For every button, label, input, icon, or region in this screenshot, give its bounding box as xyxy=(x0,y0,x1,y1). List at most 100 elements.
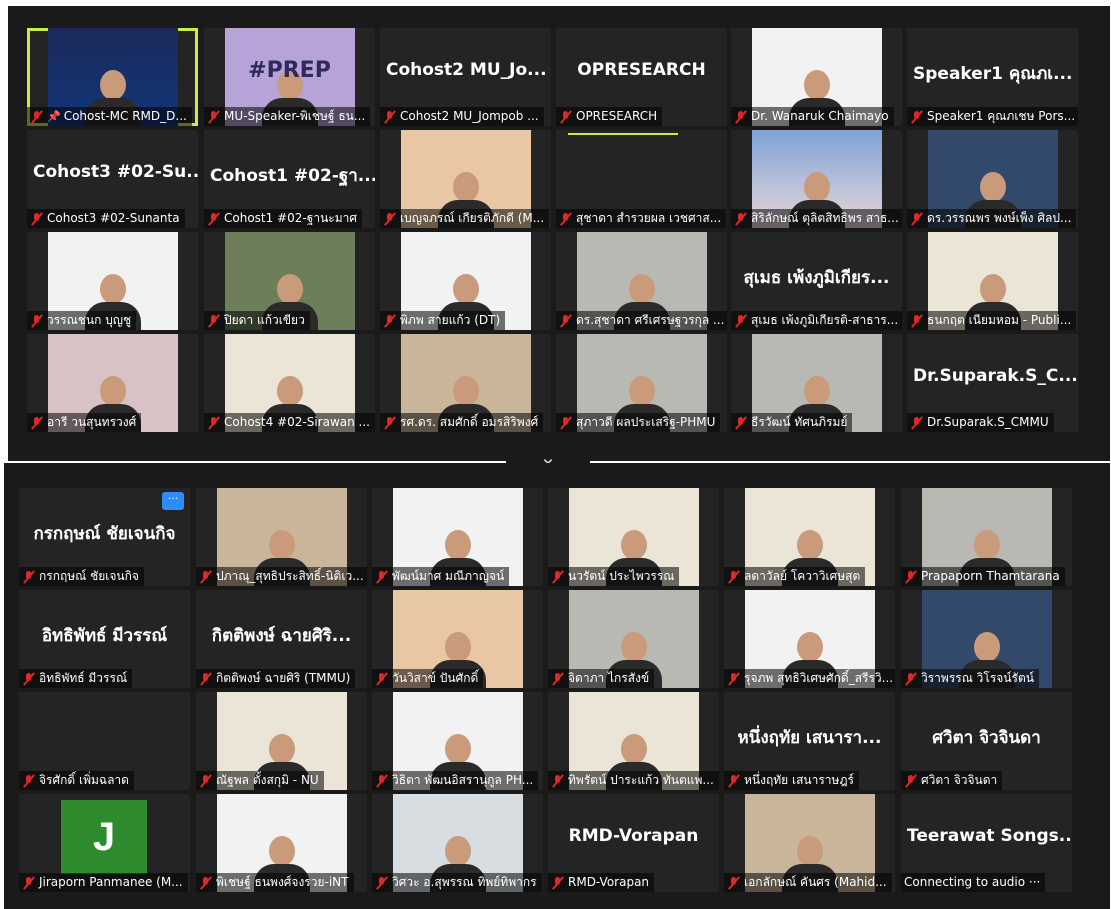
participant-name-label: จิรศักดิ์ เพิ่มฉลาด xyxy=(19,771,134,790)
participant-name-label: วิราพรรณ วิโรจน์รัตน์ xyxy=(901,669,1039,688)
participant-tile[interactable]: จิรศักดิ์ เพิ่มฉลาด xyxy=(19,692,190,790)
participant-name-label: ปิยดา แก้วเขียว xyxy=(204,311,310,330)
more-options-button[interactable]: ··· xyxy=(162,492,184,510)
participant-tile[interactable]: เบญจภรณ์ เกียรติภักดี (M... xyxy=(380,130,551,228)
muted-mic-icon xyxy=(383,212,396,225)
participant-name-text: วิธิตา พัฒนอิสรานุกูล PH... xyxy=(392,773,534,787)
participant-tile[interactable]: รุจภพ สุทธิวิเศษศักดิ์_สรีรวิ... xyxy=(724,590,895,688)
muted-mic-icon xyxy=(910,212,923,225)
participant-tile[interactable]: อิทธิพัทธ์ มีวรรณ์ อิทธิพัทธ์ มีวรรณ์ xyxy=(19,590,190,688)
muted-mic-icon xyxy=(199,672,212,685)
participant-tile[interactable]: วิศวะ อ.สุพรรณ ทิพย์ทิพากร xyxy=(372,794,543,892)
participant-tile[interactable]: อารี วนสุนทรวงศ์ xyxy=(27,334,198,432)
participant-name-text: จิดาภา ไกรสังข์ xyxy=(568,671,650,685)
participant-name-text: Dr.Suparak.S_CMMU xyxy=(927,415,1049,429)
participant-tile[interactable]: วิธิตา พัฒนอิสรานุกูล PH... xyxy=(372,692,543,790)
participant-tile[interactable]: สุภาวดี ผลประเสริฐ-PHMU xyxy=(556,334,727,432)
participant-tile[interactable]: กรกฤษณ์ ชัยเจนกิจ ··· กรกฤษณ์ ชัยเจนกิจ xyxy=(19,488,190,586)
participant-name-label: สุภาวดี ผลประเสริฐ-PHMU xyxy=(556,413,721,432)
participant-tile[interactable]: รศ.ดร. สมศักดิ์ อมรสิริพงศ์ xyxy=(380,334,551,432)
participant-tile[interactable]: ปภาณุ_สุทธิประสิทธิ์-นิติเว... xyxy=(196,488,367,586)
participant-name-label: พัฒน์มาศ มณีภาญจน์ xyxy=(372,567,510,586)
participant-tile[interactable]: วิราพรรณ วิโรจน์รัตน์ xyxy=(901,590,1072,688)
participant-name-label: นวรัตน์ ประไพวรรณ xyxy=(548,567,680,586)
participant-tile[interactable]: ดร.สุชาดา ศรีเศรษฐวรกุล ... xyxy=(556,232,727,330)
muted-mic-icon xyxy=(199,774,212,787)
participant-tile[interactable]: สิริลักษณ์ ตุลิตสิทธิพร สาธ... xyxy=(731,130,902,228)
participant-tile[interactable]: Cohost4 #02-Sirawan ... xyxy=(204,334,375,432)
participant-name-label: วิศวะ อ.สุพรรณ ทิพย์ทิพากร xyxy=(372,873,542,892)
participant-tile[interactable]: สุเมธ เพ้งภูมิเกียร... สุเมธ เพ้งภูมิเกีย… xyxy=(731,232,902,330)
participant-tile[interactable]: ธีรวัฒน์ ทัศนภิรมย์ xyxy=(731,334,902,432)
participant-name-label: สุชาดา สำรวยผล เวชศาส... xyxy=(556,209,727,228)
participant-tile[interactable]: พัฒน์มาศ มณีภาญจน์ xyxy=(372,488,543,586)
muted-mic-icon xyxy=(910,416,923,429)
participant-tile[interactable]: กิตติพงษ์ ฉายศิริ... กิตติพงษ์ ฉายศิริ (T… xyxy=(196,590,367,688)
participant-tile[interactable]: ณัฐพล ตั้งสกุมิ - NU xyxy=(196,692,367,790)
participant-name-label: เอกลักษณ์ คันศร (Mahid... xyxy=(724,873,892,892)
muted-mic-icon xyxy=(30,212,43,225)
participant-tile[interactable]: Cohost1 #02-ฐา... Cohost1 #02-ฐานะมาศ xyxy=(204,130,375,228)
participant-name-text: รุจภพ สุทธิวิเศษศักดิ์_สรีรวิ... xyxy=(744,671,894,685)
participant-tile[interactable]: ทิพรัตน์ ปาระแก้ว ทันตแพ... xyxy=(548,692,719,790)
participant-name-text: พิเชษฐ์ ธนพงศ์จงรวย-iNT xyxy=(216,875,349,889)
participant-tile[interactable]: สุชาดา สำรวยผล เวชศาส... xyxy=(556,130,727,228)
participant-tile[interactable]: จิดาภา ไกรสังข์ xyxy=(548,590,719,688)
muted-mic-icon xyxy=(22,876,35,889)
participant-tile[interactable]: Cohost3 #02-Su... Cohost3 #02-Sunanta xyxy=(27,130,198,228)
participant-tile[interactable]: นวรัตน์ ประไพวรรณ xyxy=(548,488,719,586)
muted-mic-icon xyxy=(551,672,564,685)
participant-tile[interactable]: หนึ่งฤทัย เสนารา... หนึ่งฤทัย เสนาราษฎร์ xyxy=(724,692,895,790)
participant-tile[interactable]: ปิยดา แก้วเขียว xyxy=(204,232,375,330)
participant-name-text: เบญจภรณ์ เกียรติภักดี (M... xyxy=(400,211,545,225)
participant-tile[interactable]: Prapaporn Thamtarana xyxy=(901,488,1072,586)
participant-tile[interactable]: ดร.วรรณพร พงษ์เพ็ง ศิลป... xyxy=(907,130,1078,228)
participant-tile[interactable]: เอกลักษณ์ คันศร (Mahid... xyxy=(724,794,895,892)
participant-name-text: พิภพ สายแก้ว (DT) xyxy=(400,313,501,327)
participant-name-label: ลดาวัลย์ โควาวิเศษสุต xyxy=(724,567,866,586)
participant-tile[interactable]: 📌 Cohost-MC RMD_D... xyxy=(27,28,198,126)
muted-mic-icon xyxy=(207,416,220,429)
participant-tile[interactable]: J Jiraporn Panmanee (M... xyxy=(19,794,190,892)
participant-tile[interactable]: Cohost2 MU_Jo... Cohost2 MU_Jompob ... xyxy=(380,28,551,126)
participant-display-name: Cohost3 #02-Su... xyxy=(33,162,198,182)
participant-tile[interactable]: Dr.Suparak.S_C... Dr.Suparak.S_CMMU xyxy=(907,334,1078,432)
participant-name-text: ลดาวัลย์ โควาวิเศษสุต xyxy=(744,569,861,583)
participant-tile[interactable]: OPRESEARCH OPRESEARCH xyxy=(556,28,727,126)
participant-tile[interactable]: Dr. Wanaruk Chaimayo xyxy=(731,28,902,126)
participant-tile[interactable]: Teerawat Songs... Connecting to audio ··· xyxy=(901,794,1072,892)
participant-tile[interactable]: #PREP MU-Speaker-พิเชษฐ์ ธน... xyxy=(204,28,375,126)
participant-tile[interactable]: Speaker1 คุณภเ... Speaker1 คุณภเชษ Pors..… xyxy=(907,28,1078,126)
participant-tile[interactable]: วันวิสาข์ ปันศักดิ์ xyxy=(372,590,543,688)
participant-tile[interactable]: พิเชษฐ์ ธนพงศ์จงรวย-iNT xyxy=(196,794,367,892)
participant-name-label: Cohost4 #02-Sirawan ... xyxy=(204,413,375,432)
participant-display-name: Teerawat Songs... xyxy=(907,826,1072,846)
participant-name-label: ปภาณุ_สุทธิประสิทธิ์-นิติเว... xyxy=(196,567,367,586)
participant-tile[interactable]: ลดาวัลย์ โควาวิเศษสุต xyxy=(724,488,895,586)
muted-mic-icon xyxy=(375,876,388,889)
participant-tile[interactable]: ศวิตา จิวจินดา ศวิตา จิวจินดา xyxy=(901,692,1072,790)
muted-mic-icon xyxy=(559,110,572,123)
participant-name-text: อารี วนสุนทรวงศ์ xyxy=(47,415,137,429)
muted-mic-icon xyxy=(904,570,917,583)
participant-tile[interactable]: พิภพ สายแก้ว (DT) xyxy=(380,232,551,330)
muted-mic-icon xyxy=(734,314,747,327)
participant-name-text: Jiraporn Panmanee (M... xyxy=(39,875,183,889)
participant-name-label: อิทธิพัทธ์ มีวรรณ์ xyxy=(19,669,133,688)
participant-name-label: Connecting to audio ··· xyxy=(901,873,1046,892)
participant-tile[interactable]: ธนกฤต เนียมหอม - Publi... xyxy=(907,232,1078,330)
participant-name-text: กรกฤษณ์ ชัยเจนกิจ xyxy=(39,569,139,583)
participant-name-label: MU-Speaker-พิเชษฐ์ ธน... xyxy=(204,107,371,126)
participant-name-text: สิริลักษณ์ ตุลิตสิทธิพร สาธ... xyxy=(751,211,899,225)
participant-tile[interactable]: วรรณชนก บุญชู xyxy=(27,232,198,330)
prep-logo-text: #PREP xyxy=(248,58,331,83)
muted-mic-icon xyxy=(375,672,388,685)
participant-name-label: วันวิสาข์ ปันศักดิ์ xyxy=(372,669,484,688)
participant-name-label: ธีรวัฒน์ ทัศนภิรมย์ xyxy=(731,413,853,432)
participant-name-text: ทิพรัตน์ ปาระแก้ว ทันตแพ... xyxy=(568,773,714,787)
participant-name-label: กิตติพงษ์ ฉายศิริ (TMMU) xyxy=(196,669,356,688)
participant-name-text: Speaker1 คุณภเชษ Pors... xyxy=(927,109,1076,123)
participant-display-name: ศวิตา จิวจินดา xyxy=(932,728,1041,748)
participant-tile[interactable]: RMD-Vorapan RMD-Vorapan xyxy=(548,794,719,892)
muted-mic-icon xyxy=(207,314,220,327)
